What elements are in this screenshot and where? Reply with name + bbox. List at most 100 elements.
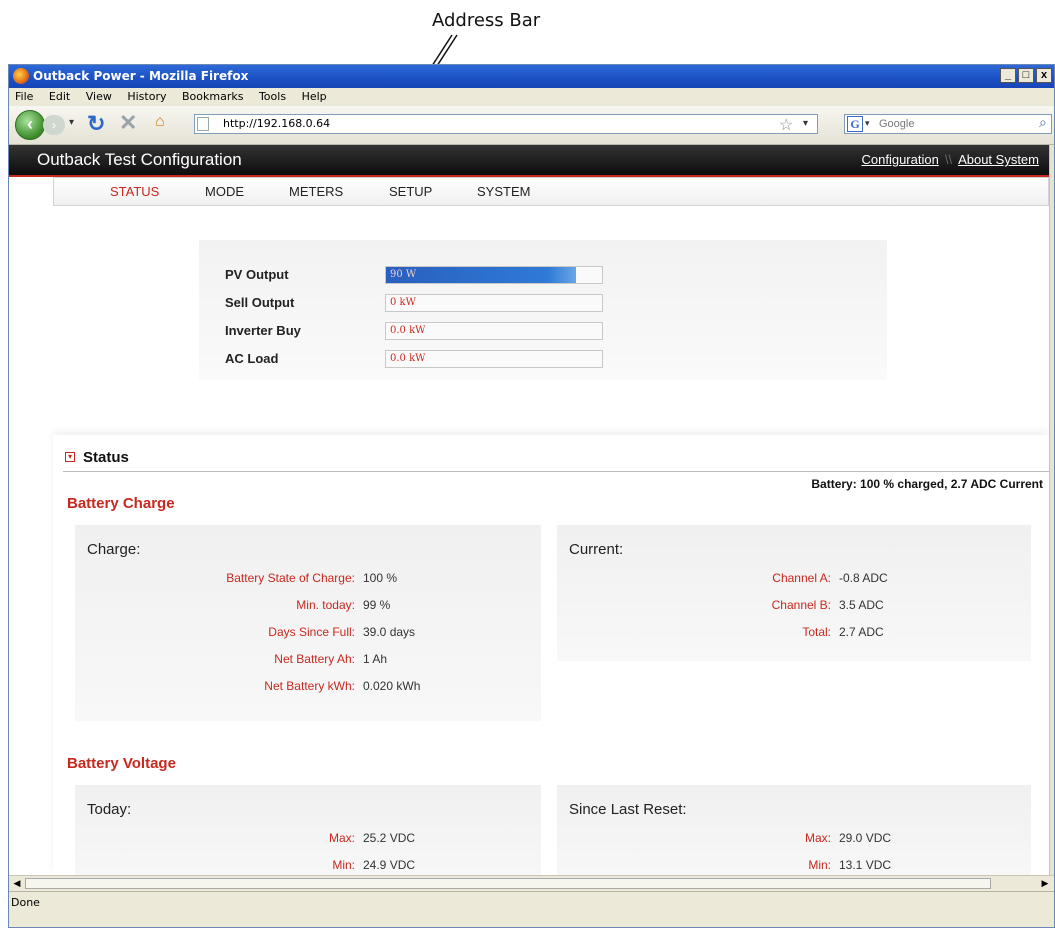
vertical-scrollbar[interactable] [1049,145,1054,875]
kv-value: 100 % [363,571,398,585]
scroll-right-icon[interactable]: ▶ [1039,878,1051,889]
menu-history[interactable]: History [127,90,166,103]
power-summary-panel: PV Output 90 W Sell Output 0 kW Inverter… [199,240,887,380]
kv-key: Min. today: [296,598,355,612]
close-button[interactable]: x [1036,68,1052,83]
page-icon [197,117,209,131]
bookmark-star-icon[interactable]: ☆ [779,115,793,135]
kv-value: 24.9 VDC [363,858,416,872]
kv-key: Total: [802,625,831,639]
kv-key: Max: [804,831,831,845]
current-card-title: Current: [569,541,624,558]
since-reset-card: Since Last Reset: Max: 29.0 VDC Min: 13.… [557,785,1031,875]
ac-load-label: AC Load [225,351,279,366]
menu-tools[interactable]: Tools [259,90,286,103]
reload-icon[interactable]: ↻ [87,111,105,137]
kv-row: Total: 2.7 ADC [557,625,883,641]
about-system-link[interactable]: About System [958,152,1039,167]
battery-voltage-heading: Battery Voltage [67,755,176,772]
firefox-logo-icon [13,68,29,84]
maximize-button[interactable]: □ [1018,68,1034,83]
stop-icon[interactable]: ✕ [119,110,137,136]
kv-value: 1 Ah [363,652,388,666]
charge-card: Charge: Battery State of Charge: 100 % M… [75,525,541,721]
kv-key: Min: [808,858,831,872]
sell-output-value: 0 kW [390,297,416,308]
site-header: Outback Test Configuration Configuration… [9,145,1049,177]
menu-help[interactable]: Help [302,90,327,103]
pv-output-label: PV Output [225,267,289,282]
page-content: Outback Test Configuration Configuration… [9,145,1049,875]
kv-row: Net Battery kWh: 0.020 kWh [75,679,420,695]
menu-file[interactable]: File [15,90,33,103]
horizontal-scroll-thumb[interactable] [25,878,991,889]
tab-mode[interactable]: MODE [205,184,244,199]
collapse-toggle-icon[interactable]: ▾ [65,452,75,462]
status-bar: Done [9,891,1054,927]
search-input[interactable]: Google [879,118,914,130]
today-card: Today: Max: 25.2 VDC Min: 24.9 VDC [75,785,541,875]
google-icon[interactable]: G [847,116,863,132]
kv-row: Battery State of Charge: 100 % [75,571,397,587]
search-box[interactable]: G ▾ Google [844,114,1052,134]
kv-key: Max: [328,831,355,845]
kv-key: Channel A: [772,571,831,585]
url-dropdown-icon[interactable]: ▾ [803,118,808,129]
menu-bar: File Edit View History Bookmarks Tools H… [9,88,1054,106]
kv-value: -0.8 ADC [839,571,888,585]
kv-value: 0.020 kWh [363,679,421,693]
home-icon[interactable]: ⌂ [155,113,165,131]
back-button[interactable]: ‹ [15,110,45,140]
configuration-link[interactable]: Configuration [862,152,939,167]
inverter-buy-label: Inverter Buy [225,323,301,338]
today-card-title: Today: [87,801,132,818]
window-title: Outback Power - Mozilla Firefox [33,69,249,83]
search-icon[interactable]: ⌕ [1039,114,1047,131]
section-divider [63,471,1049,472]
battery-summary: Battery: 100 % charged, 2.7 ADC Current [811,477,1043,491]
status-text: Done [11,896,40,909]
search-engine-dropdown-icon[interactable]: ▾ [865,118,870,129]
kv-value: 13.1 VDC [839,858,892,872]
kv-value: 2.7 ADC [839,625,884,639]
address-bar[interactable]: http://192.168.0.64 [194,114,818,134]
sell-output-meter: 0 kW [385,294,603,312]
navigation-toolbar: ‹ › ▾ ↻ ✕ ⌂ http://192.168.0.64 ☆ ▾ G ▾ … [9,106,1054,145]
sell-output-label: Sell Output [225,295,295,310]
horizontal-scrollbar[interactable]: ◀ ▶ [9,875,1054,892]
inverter-buy-meter: 0.0 kW [385,322,603,340]
header-links: Configuration \\ About System [862,152,1040,167]
kv-key: Net Battery kWh: [264,679,355,693]
tab-status[interactable]: STATUS [110,184,159,199]
ac-load-value: 0.0 kW [390,353,426,364]
kv-row: Max: 29.0 VDC [557,831,891,847]
header-separator: \\ [944,152,953,167]
forward-button[interactable]: › [43,115,65,135]
title-bar: Outback Power - Mozilla Firefox _ □ x [9,65,1054,88]
status-section-title: Status [83,449,129,466]
main-tabs: STATUS MODE METERS SETUP SYSTEM [53,177,1049,206]
tab-setup[interactable]: SETUP [389,184,432,199]
menu-edit[interactable]: Edit [49,90,70,103]
url-text[interactable]: http://192.168.0.64 [223,117,330,130]
pv-output-meter: 90 W [385,266,603,284]
inverter-buy-value: 0.0 kW [390,325,426,336]
annotation-area: Address Bar [0,0,1055,64]
current-card: Current: Channel A: -0.8 ADC Channel B: … [557,525,1031,661]
menu-bookmarks[interactable]: Bookmarks [182,90,243,103]
history-dropdown-icon[interactable]: ▾ [69,117,74,128]
window-controls: _ □ x [1000,68,1052,83]
minimize-button[interactable]: _ [1000,68,1016,83]
menu-view[interactable]: View [86,90,112,103]
tab-meters[interactable]: METERS [289,184,343,199]
status-section: ▾ Status Battery: 100 % charged, 2.7 ADC… [53,435,1049,875]
kv-row: Min. today: 99 % [75,598,390,614]
tab-system[interactable]: SYSTEM [477,184,530,199]
kv-key: Battery State of Charge: [226,571,355,585]
pv-output-value: 90 W [390,269,417,280]
kv-value: 3.5 ADC [839,598,884,612]
scroll-left-icon[interactable]: ◀ [11,878,23,889]
browser-window: Outback Power - Mozilla Firefox _ □ x Fi… [8,64,1055,928]
kv-value: 39.0 days [363,625,416,639]
kv-row: Max: 25.2 VDC [75,831,415,847]
